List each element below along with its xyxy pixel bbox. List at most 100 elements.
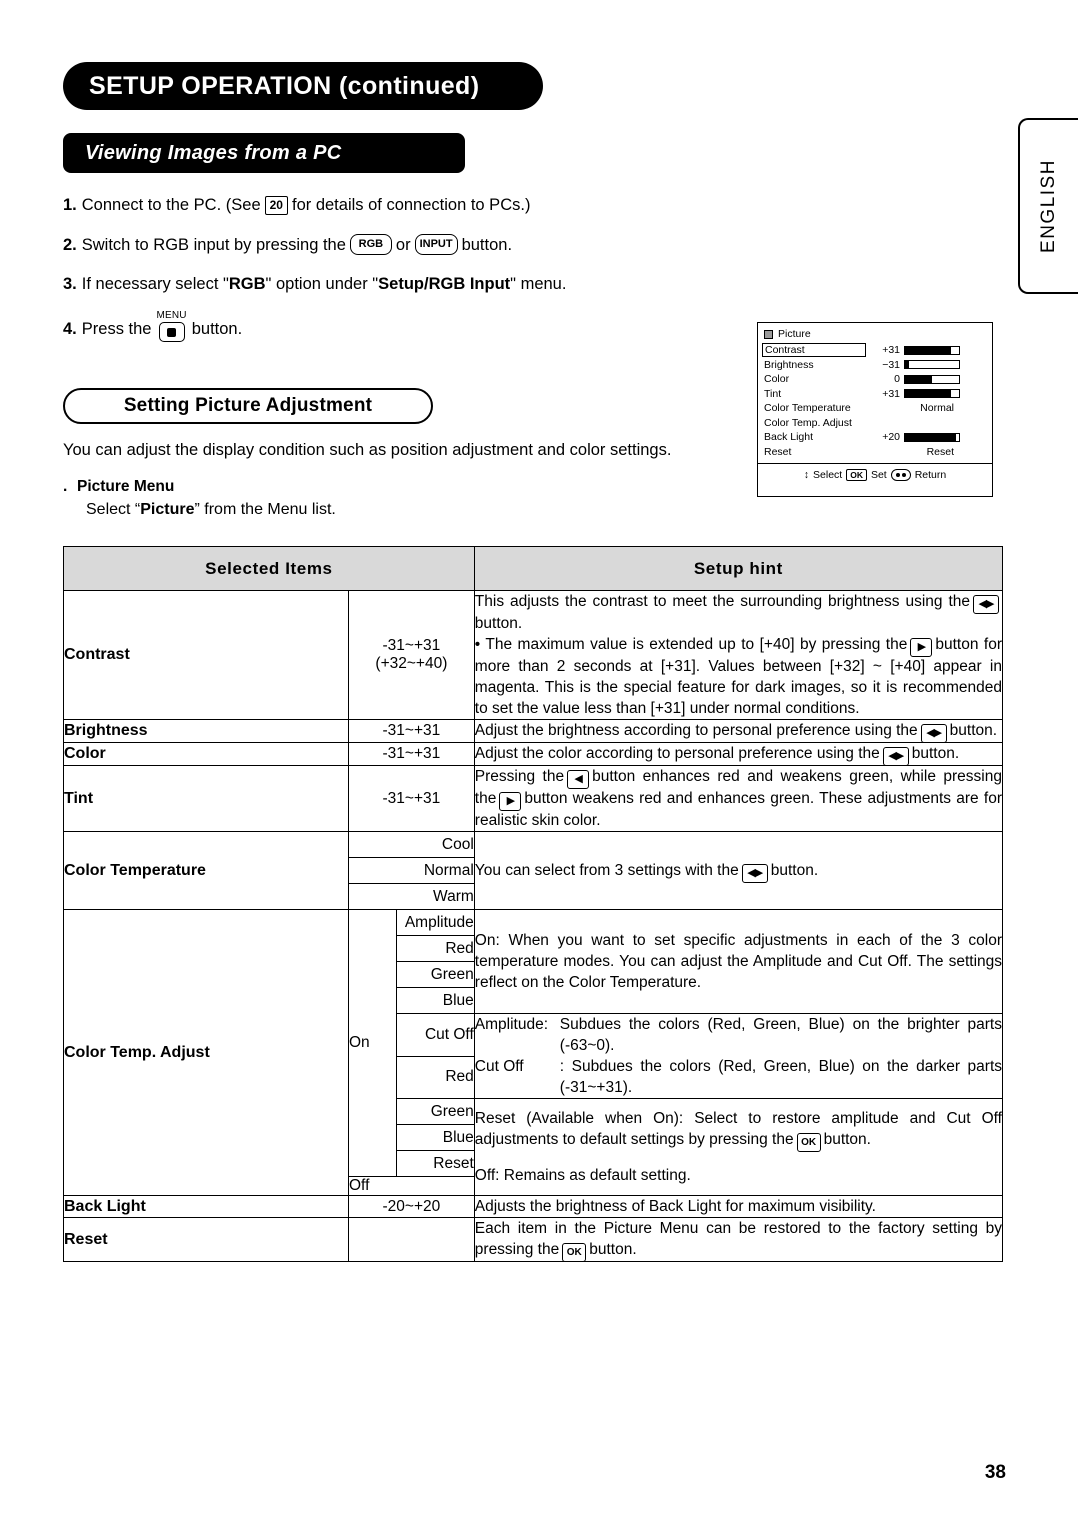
row-hint-on: On: When you want to set specific adjust… [473,909,1004,1014]
page-number: 38 [984,1462,1006,1483]
row-hint-reset-off: Reset (Available when On): Select to res… [473,1098,1004,1196]
row-value-on: On [348,909,397,1177]
step-3-mid: " option under " [265,275,379,293]
table-row-brightness: Brightness -31~+31 Adjust the brightness… [63,719,1004,743]
step-1: 1. Connect to the PC. (See 20 for detail… [63,195,763,215]
osd-row-reset[interactable]: Reset Reset [764,445,986,460]
step-3-bold-rgb: RGB [228,275,266,293]
step-3-number: 3. [63,275,77,293]
step-1-text-after: for details of connection to PCs.) [291,196,531,214]
step-2-mid: or [395,235,411,254]
hint-amplitude-line: Amplitude: Subdues the colors (Red, Gree… [475,1014,1002,1056]
step-3-text-before: If necessary select " [81,275,229,293]
osd-row-color-temperature[interactable]: Color Temperature Normal [764,401,986,416]
picture-menu-table: Selected Items Setup hint Contrast -31~+… [63,546,1004,1262]
row-range-reset [348,1217,475,1262]
row-label-color-temperature: Color Temperature [63,831,349,910]
left-right-button-icon: ◀▶ [973,595,999,614]
row-sub-reset: Reset [396,1150,475,1177]
hint-color-p1b: button. [911,745,960,762]
osd-row-brightness[interactable]: Brightness −31 [764,358,986,373]
osd-footer-select: Select [813,469,843,481]
row-hint-brightness: Adjust the brightness according to perso… [473,719,1004,743]
table-row-color-temp-adjust: Color Temp. Adjust On Amplitude On: When… [63,909,1004,1196]
osd-value-back-light: +20 [882,431,900,444]
osd-title: Picture [778,328,811,340]
osd-label-color-temp-adjust: Color Temp. Adjust [764,416,852,429]
osd-label-color-temperature: Color Temperature [764,402,851,415]
subsection-title: Setting Picture Adjustment [63,388,433,424]
row-sub-cool: Cool [348,831,475,858]
row-sub-cut-green: Green [396,1098,475,1125]
language-side-tab: ENGLISH [1018,118,1078,294]
row-range-contrast-line2: (+32~+40) [375,655,448,672]
hint-colortemp-p1b: button. [770,861,819,879]
subsection-paragraph: You can adjust the display condition suc… [63,441,672,459]
menu-button-keycap: MENU [156,311,187,342]
hint-tint-p1: Pressing the [474,768,565,785]
row-range-tint: -31~+31 [348,765,475,832]
hint-cutoff-line: Cut Off : Subdues the colors (Red, Green… [475,1056,1002,1098]
left-button-icon: ◀ [567,770,590,789]
hint-brightness-p1b: button. [949,722,998,739]
step-4-text-before: Press the [81,319,152,338]
hint-reset-a: Reset (Available when On): Select to res… [474,1110,1002,1148]
hint-amplitude-text: Subdues the colors (Red, Green, Blue) on… [559,1016,1002,1054]
row-hint-tint: Pressing the ◀ button enhances red and wea… [473,765,1004,832]
osd-label-back-light: Back Light [764,431,814,444]
row-hint-contrast: This adjusts the contrast to meet the su… [473,590,1004,720]
picture-menu-subtext: Select “Picture” from the Menu list. [86,501,336,519]
ok-keycap-icon: OK [846,469,867,481]
osd-row-contrast[interactable]: Contrast +31 [762,343,986,358]
hint-contrast-p1b: button. [474,615,523,632]
table-row-contrast: Contrast -31~+31 (+32~+40) This adjusts … [63,590,1004,720]
osd-bar-tint [904,389,960,399]
row-range-contrast: -31~+31 (+32~+40) [348,590,475,720]
step-2-text-before: Switch to RGB input by pressing the [81,235,346,254]
step-4: 4. Press the MENU button. [63,311,763,344]
osd-row-back-light[interactable]: Back Light +20 [764,430,986,445]
hint-reset-text-a: Each item in the Picture Menu can be res… [474,1220,1002,1258]
osd-value-reset: Reset [926,445,954,458]
picture-icon [764,329,773,339]
row-sub-cut-red: Red [396,1055,475,1099]
row-value-off: Off [348,1176,475,1196]
left-right-button-icon: ◀▶ [741,863,768,883]
updown-arrow-icon: ↕ [803,469,810,481]
table-row-color: Color -31~+31 Adjust the color according… [63,742,1004,766]
osd-bar-back-light [904,432,960,442]
hint-brightness-p1: Adjust the brightness according to perso… [474,722,918,739]
osd-title-row: Picture [764,328,986,340]
step-3-bold-setup: Setup/RGB Input [378,275,511,293]
step-2-number: 2. [63,235,77,254]
osd-value-color-temperature: Normal [920,402,954,415]
table-header-row: Selected Items Setup hint [63,546,1004,591]
menu-button-glyph [158,322,185,342]
row-range-brightness: -31~+31 [348,719,475,743]
osd-bar-contrast [904,345,960,355]
table-row-reset: Reset Each item in the Picture Menu can … [63,1217,1004,1262]
row-hint-reset: Each item in the Picture Menu can be res… [473,1217,1004,1262]
picture-menu-subtext-bold: Picture [140,501,195,518]
row-sub-amp-green: Green [396,961,475,988]
hint-contrast-p2: • The maximum value is extended up to [+… [474,636,908,653]
hint-reset-b: button. [823,1131,871,1148]
step-1-text-before: Connect to the PC. (See [81,196,261,214]
row-sub-warm: Warm [348,883,475,910]
row-sub-cutoff: Cut Off [396,1013,475,1057]
osd-row-color[interactable]: Color 0 [764,372,986,387]
step-3: 3. If necessary select " RGB " option un… [63,274,763,294]
row-label-color-temp-adjust: Color Temp. Adjust [63,909,349,1196]
row-label-reset: Reset [63,1217,349,1262]
hint-cutoff-label: Cut Off [474,1058,524,1075]
hint-contrast-p1: This adjusts the contrast to meet the su… [474,593,970,610]
picture-menu-subtext-post: ” from the Menu list. [194,501,336,518]
steps-list: 1. Connect to the PC. (See 20 for detail… [63,195,763,363]
row-label-back-light: Back Light [63,1195,349,1218]
osd-row-tint[interactable]: Tint +31 [764,387,986,402]
osd-row-color-temp-adjust[interactable]: Color Temp. Adjust [764,416,986,431]
step-2-text-after: button. [461,235,513,254]
bullet-dot: . [63,478,68,495]
osd-footer-hints: ↕ Select OK Set Return [758,463,992,483]
osd-value-brightness: −31 [882,358,900,371]
